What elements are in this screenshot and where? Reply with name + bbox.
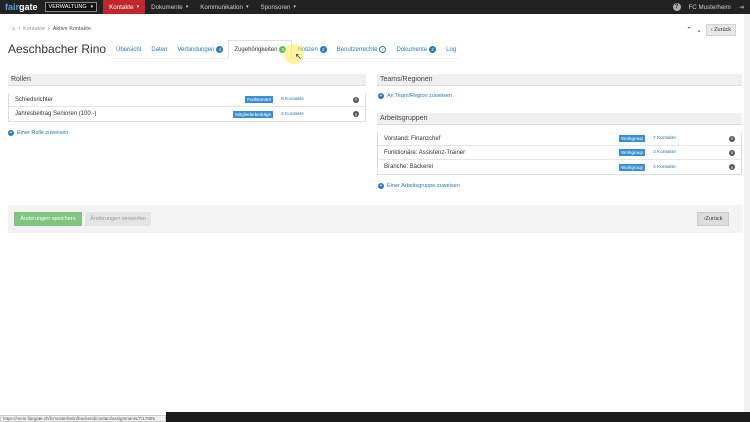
back-button-top[interactable]: ‹ Zurück [705, 24, 736, 36]
tab-uebersicht[interactable]: Übersicht [111, 40, 146, 59]
scrollbar[interactable] [744, 14, 750, 412]
remove-icon[interactable]: ✕ [729, 135, 735, 142]
caret-down-icon: ▾ [245, 4, 249, 10]
contacts-link[interactable]: 3 Kontakte [281, 112, 353, 117]
add-workgroup-link[interactable]: + Einer Arbeitsgruppe zuweisen [378, 183, 460, 189]
table-row: Jahresbeitrag Senioren (100.-) Mitgliede… [15, 110, 359, 118]
rollen-panel: Rollen Schiedsrichter Funktionäre 8 Kont… [8, 74, 366, 122]
add-role-link[interactable]: + Einer Rolle zuweisen [8, 130, 68, 136]
question-icon[interactable]: ? [672, 3, 681, 11]
caret-down-icon: ▾ [185, 4, 189, 10]
menu-dokumente[interactable]: Dokumente ▾ [145, 0, 194, 14]
table-row: Vorstand: Finanzchef Workgroup 7 Kontakt… [378, 132, 741, 146]
count-badge: 4 [216, 46, 224, 53]
teams-panel: Teams/Regionen [377, 74, 742, 86]
contacts-link[interactable]: 3 Kontakte [653, 165, 729, 170]
category-tag: Workgroup [619, 163, 645, 171]
tab-dokumente[interactable]: Dokumente 2 [391, 40, 441, 59]
caret-down-icon: ▾ [136, 4, 140, 10]
contacts-link[interactable]: 8 Kontakte [281, 97, 353, 102]
category-tag: Mitgliederbeiträge [233, 110, 273, 118]
tab-daten[interactable]: Daten [146, 40, 172, 59]
top-navbar: fairgate VERWALTUNG ▾ Kontakte ▾ Dokument… [0, 0, 750, 14]
check-icon: ✓ [379, 46, 387, 53]
menu-sponsoren[interactable]: Sponsoren ▾ [254, 0, 301, 14]
chevron-up-icon[interactable]: ⌃ [686, 26, 692, 34]
save-changes-button[interactable]: Änderungen speichern [14, 212, 82, 226]
club-name[interactable]: FC Musterheim [689, 4, 731, 11]
mouse-cursor-icon: ↖ [295, 52, 302, 61]
tab-verbindungen[interactable]: Verbindungen 4 [172, 40, 228, 59]
table-row: Schiedsrichter Funktionäre 8 Kontakte ✕ [9, 93, 365, 107]
table-row: Funktionäre: Assistenz-Trainer Workgroup… [378, 146, 741, 160]
contacts-link[interactable]: 3 Kontakte [653, 150, 729, 155]
category-tag: Funktionäre [245, 96, 273, 103]
taskbar [166, 412, 750, 422]
menu-kommunikation[interactable]: Kommunikation ▾ [194, 0, 254, 14]
breadcrumb: ⌂ › Kontakte › Aktive Kontakte [12, 26, 91, 32]
module-dropdown[interactable]: VERWALTUNG ▾ [44, 2, 98, 12]
teams-heading: Teams/Regionen [377, 74, 742, 86]
remove-icon[interactable]: ✕ [729, 164, 735, 170]
chevron-down-icon[interactable]: ⌄ [696, 26, 702, 34]
add-team-link[interactable]: + An Team/Region zuweisen [378, 93, 452, 99]
tab-log[interactable]: Log [441, 40, 461, 59]
home-icon[interactable]: ⌂ [12, 26, 15, 32]
contacts-link[interactable]: 7 Kontakte [653, 136, 729, 141]
back-button-bottom[interactable]: ‹ Zurück [697, 212, 729, 226]
category-tag: Workgroup [619, 149, 645, 156]
breadcrumb-aktive-kontakte: Aktive Kontakte [52, 26, 91, 32]
category-tag: Workgroup [619, 135, 645, 142]
fairgate-logo[interactable]: fairgate [0, 2, 43, 12]
arbeitsgruppen-heading: Arbeitsgruppen [377, 113, 742, 125]
table-row: Branche: Bäckerei Workgroup 3 Kontakte ✕ [384, 163, 735, 171]
tab-benutzerrechte[interactable]: Benutzerrechte ✓ [332, 40, 392, 59]
logout-icon[interactable]: ⇥ [739, 4, 744, 11]
breadcrumb-kontakte[interactable]: Kontakte [23, 26, 45, 32]
remove-icon[interactable]: ✕ [729, 149, 735, 156]
plus-icon: + [378, 183, 384, 189]
caret-down-icon: ▾ [90, 4, 94, 10]
discard-changes-button[interactable]: Änderungen verwerfen [85, 212, 151, 226]
caret-down-icon: ▾ [293, 4, 296, 10]
plus-icon: + [8, 130, 14, 136]
status-url: https://mein.fairgate.ch/fcmusterheim/ba… [0, 415, 166, 422]
remove-icon[interactable]: ✕ [353, 96, 359, 103]
menu-kontakte[interactable]: Kontakte ▾ [103, 0, 146, 14]
page-title: Aeschbacher Rino [8, 42, 107, 56]
tab-zugehoerigkeiten[interactable]: Zugehörigkeiten 5 [228, 40, 293, 59]
count-badge: 2 [319, 46, 327, 53]
rollen-heading: Rollen [8, 74, 366, 86]
count-badge: 2 [429, 46, 437, 53]
plus-icon: + [378, 93, 384, 99]
remove-icon[interactable]: ✕ [353, 111, 359, 117]
arbeitsgruppen-panel: Arbeitsgruppen Vorstand: Finanzchef Work… [377, 113, 742, 175]
